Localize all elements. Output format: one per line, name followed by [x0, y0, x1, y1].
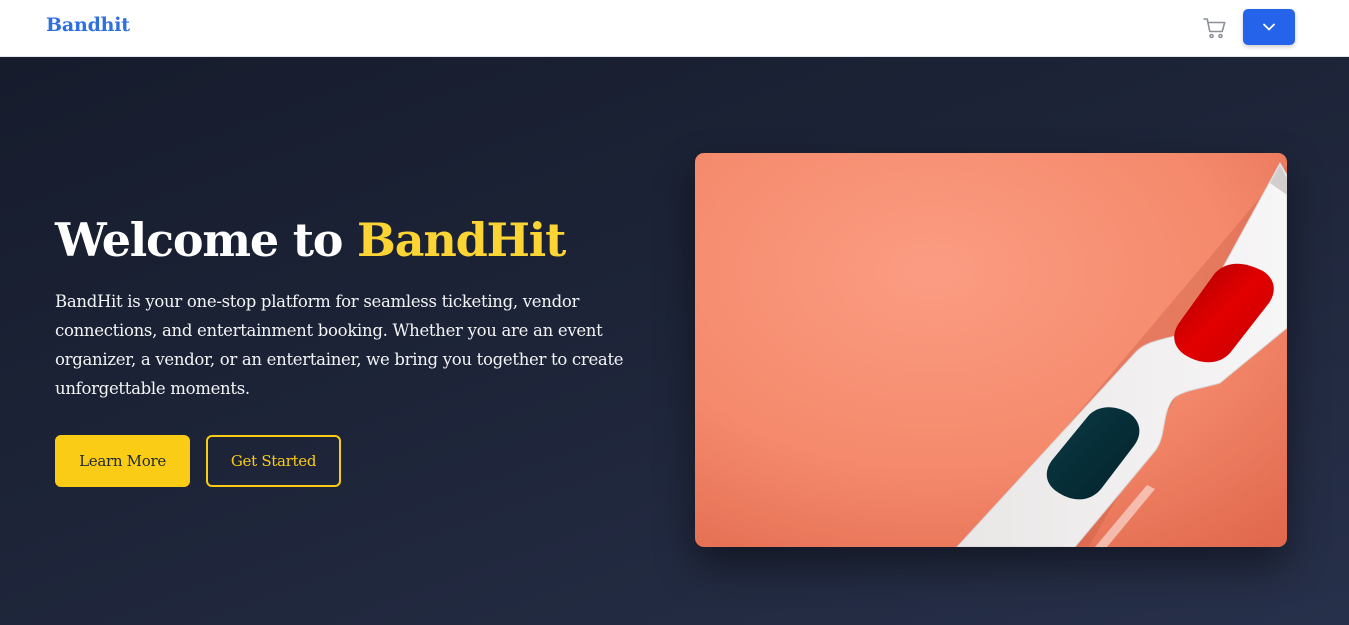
cart-icon[interactable]	[1202, 15, 1228, 41]
chevron-down-icon	[1262, 20, 1276, 35]
get-started-button[interactable]: Get Started	[206, 435, 341, 487]
hero-title: Welcome to BandHit	[55, 213, 566, 267]
hero-description: BandHit is your one-stop platform for se…	[55, 292, 624, 398]
top-navbar: Bandhit	[0, 0, 1349, 57]
3d-glasses-image	[695, 153, 1287, 547]
user-menu-dropdown-button[interactable]	[1243, 9, 1295, 45]
hero-section: Welcome to BandHit BandHit is your one-s…	[0, 57, 1349, 625]
hero-image	[695, 153, 1287, 547]
learn-more-button[interactable]: Learn More	[55, 435, 190, 487]
hero-title-prefix: Welcome to	[55, 213, 358, 267]
brand-logo-link[interactable]: Bandhit	[46, 14, 130, 36]
hero-title-highlight: BandHit	[357, 213, 566, 267]
